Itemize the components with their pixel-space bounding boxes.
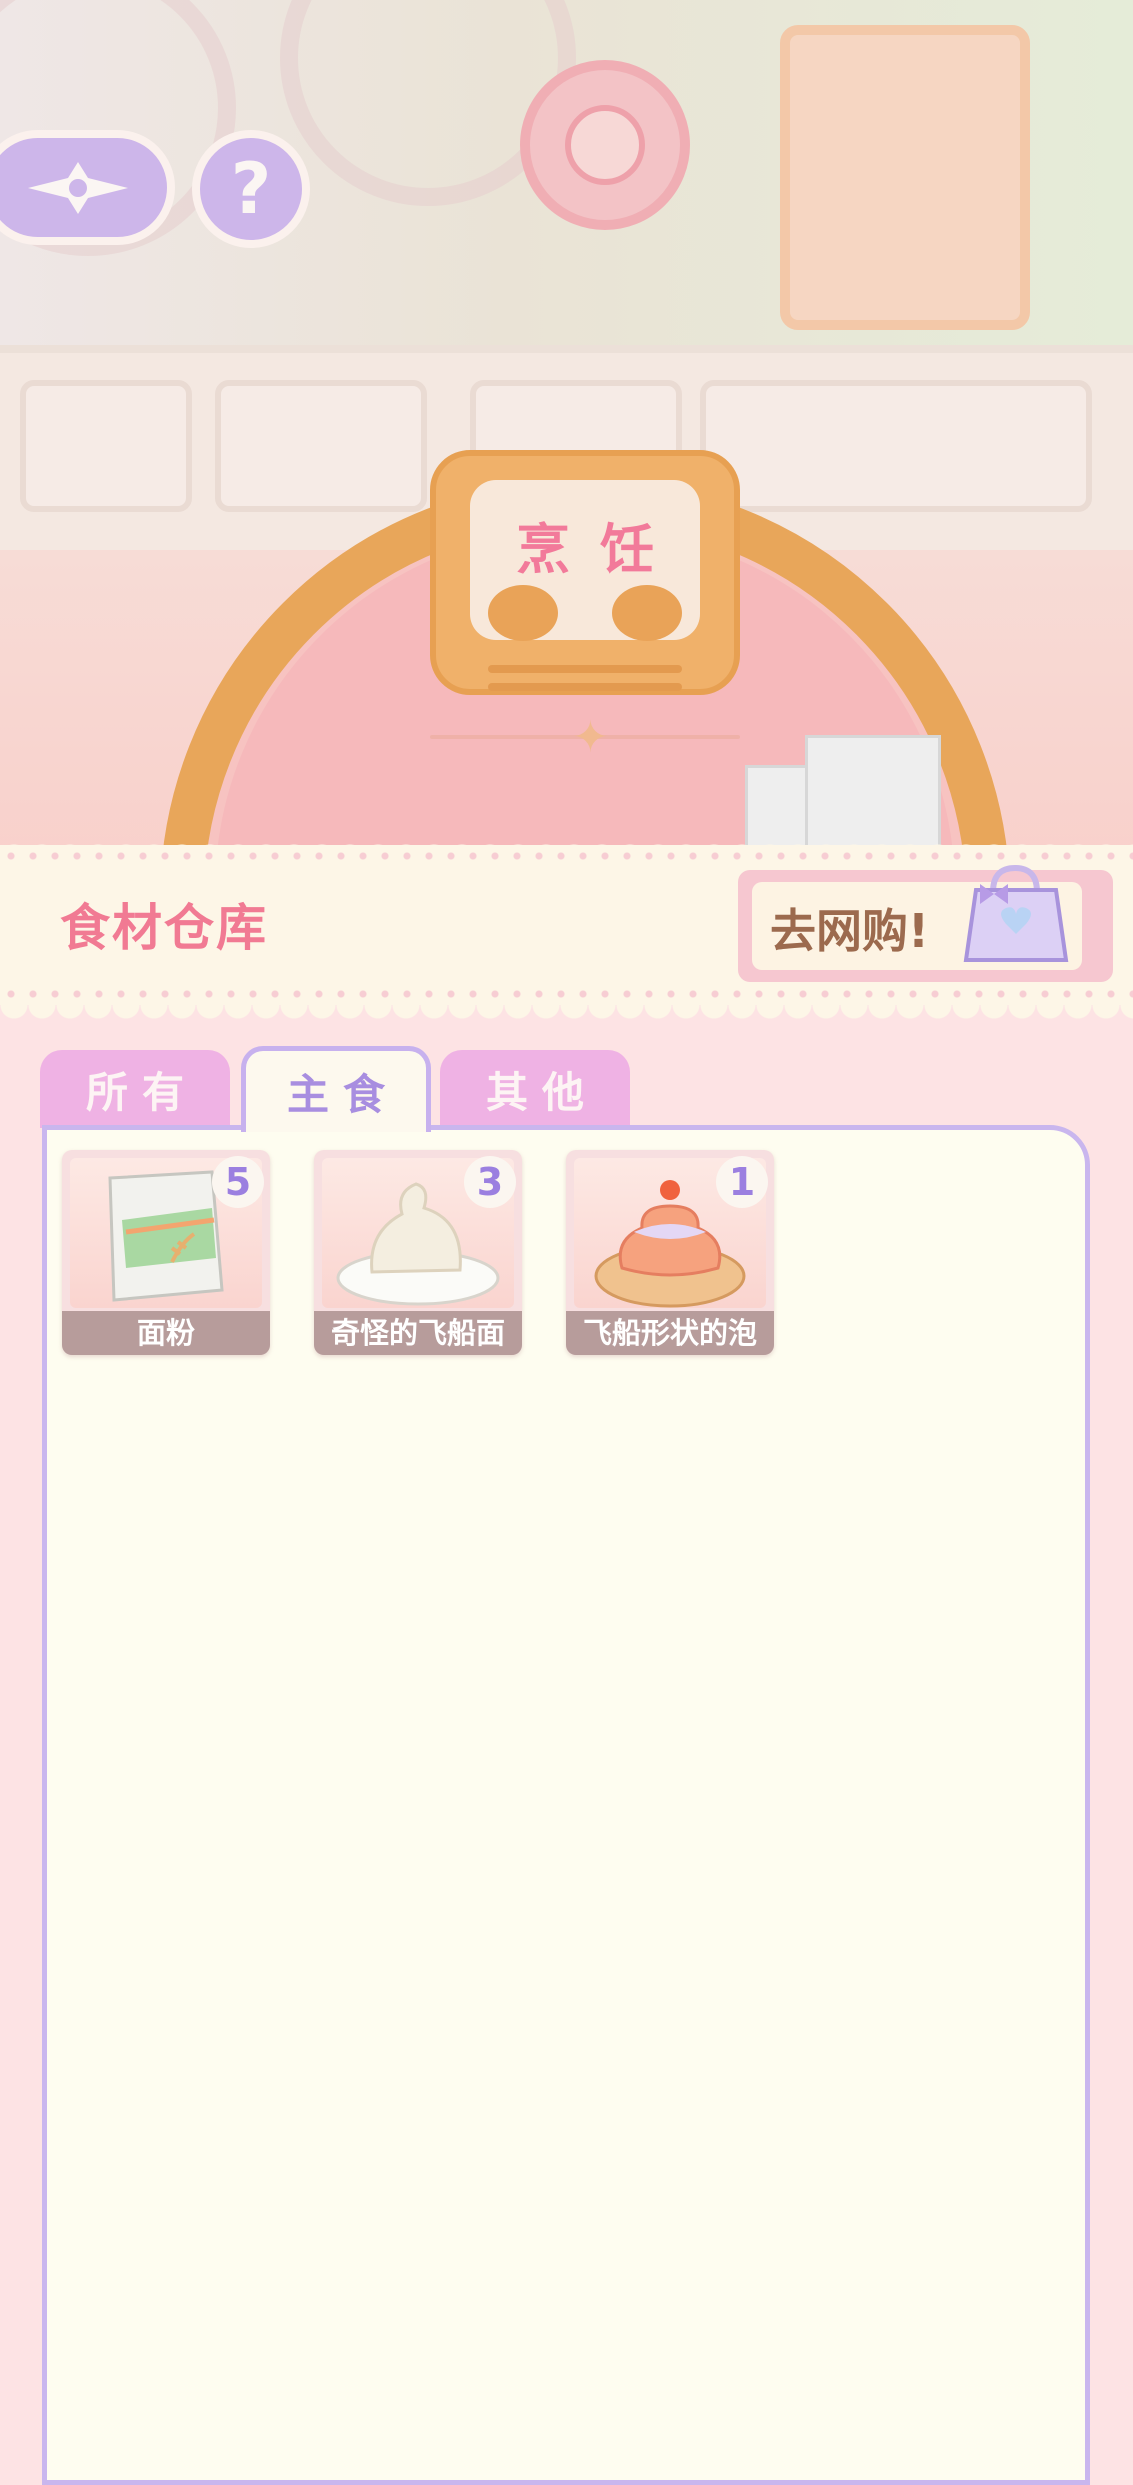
tab-other[interactable]: 其他 <box>440 1050 630 1128</box>
shopping-bag-icon[interactable] <box>958 862 1073 967</box>
back-button[interactable] <box>0 130 175 245</box>
item-count: 1 <box>716 1156 768 1208</box>
wall-panel <box>215 380 427 512</box>
wall-emblem <box>520 60 690 230</box>
scallop-edge <box>0 1005 1133 1031</box>
dot-border <box>0 852 1133 860</box>
sign-ornament <box>612 585 682 641</box>
cooking-sign-text: 烹饪 <box>516 518 684 581</box>
online-shop-label: 去网购! <box>770 904 929 958</box>
sign-line <box>488 683 682 691</box>
sign-line <box>488 665 682 673</box>
item-count: 5 <box>212 1156 264 1208</box>
kitchen-background: 烹饪 ✦ <box>0 0 1133 900</box>
wall-picture-frame <box>780 25 1030 330</box>
inventory-item-cream-puff[interactable]: 1 飞船形状的泡 <box>566 1150 774 1355</box>
item-count: 3 <box>464 1156 516 1208</box>
question-mark-icon: ? <box>230 148 272 230</box>
help-button[interactable]: ? <box>192 130 310 248</box>
sign-ornament <box>488 585 558 641</box>
tab-staple-food[interactable]: 主食 <box>241 1046 431 1132</box>
compass-arrow-icon <box>27 161 128 214</box>
wall-panel <box>700 380 1092 512</box>
item-name: 面粉 <box>62 1311 270 1355</box>
wall-panel <box>20 380 192 512</box>
item-name: 奇怪的飞船面 <box>314 1311 522 1355</box>
sparkle-icon: ✦ <box>572 712 609 763</box>
inventory-item-strange-noodle[interactable]: 3 奇怪的飞船面 <box>314 1150 522 1355</box>
page-title: 食材仓库 <box>60 899 268 957</box>
item-name: 飞船形状的泡 <box>566 1311 774 1355</box>
tab-all[interactable]: 所有 <box>40 1050 230 1128</box>
dot-border <box>0 990 1133 998</box>
inventory-item-flour[interactable]: 5 面粉 <box>62 1150 270 1355</box>
